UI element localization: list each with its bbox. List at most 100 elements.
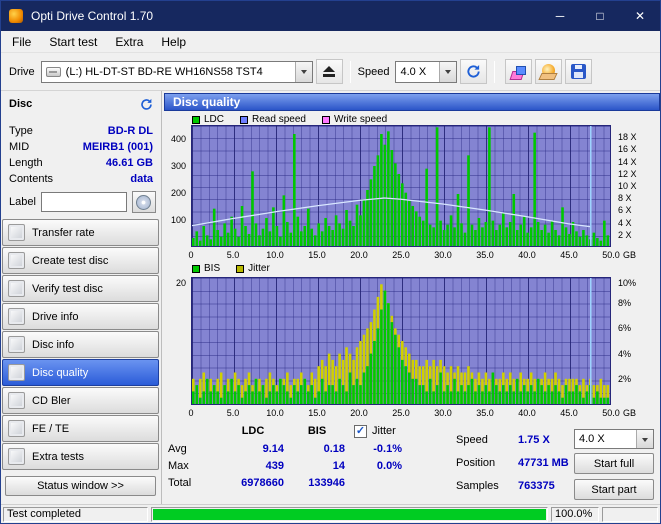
chevron-down-icon[interactable]	[439, 61, 457, 82]
disc-section-header: Disc	[1, 93, 161, 115]
info-value: BD-R DL	[107, 125, 153, 137]
avg-row-label: Avg	[168, 443, 187, 455]
sidebar-item-drive-info[interactable]: Drive info	[2, 303, 159, 330]
total-ldc-value: 6978660	[241, 477, 284, 489]
disc-info-row-type: Type BD-R DL	[1, 123, 161, 139]
result-speed-label: Speed	[456, 434, 488, 446]
info-label: Type	[9, 125, 33, 137]
sidebar-item-extra-tests[interactable]: Extra tests	[2, 443, 159, 470]
ldc-chart	[191, 125, 611, 247]
main-panel: Disc quality LDC Read speed Write speed …	[162, 91, 660, 504]
cd-icon	[136, 194, 152, 210]
chevron-down-icon[interactable]	[294, 61, 312, 82]
jitter-checkbox-label: Jitter	[372, 425, 396, 437]
sidebar-item-disc-quality[interactable]: Disc quality	[2, 359, 159, 386]
speed-label: Speed	[357, 65, 390, 78]
drive-select-value: (L:) HL-DT-ST BD-RE WH16NS58 TST4	[65, 65, 263, 78]
statusbar-spacer	[602, 506, 658, 522]
disc-label-button[interactable]	[131, 191, 156, 213]
info-value[interactable]: data	[130, 173, 153, 185]
info-value: 46.61 GB	[105, 157, 153, 169]
jitter-y-axis: 10% 8% 6% 4% 2%	[618, 278, 637, 385]
toolbar-separator	[349, 60, 351, 83]
avg-bis-value: 0.18	[323, 443, 345, 455]
toolbar: Drive (L:) HL-DT-ST BD-RE WH16NS58 TST4 …	[1, 53, 660, 91]
info-label: MID	[9, 141, 30, 153]
disc-label-caption: Label	[9, 196, 36, 208]
titlebar: Opti Drive Control 1.70 ─ □ ✕	[1, 1, 660, 31]
sidebar-item-create-test-disc[interactable]: Create test disc	[2, 247, 159, 274]
disc-refresh-button[interactable]	[140, 98, 153, 111]
total-bis-value: 133946	[308, 477, 345, 489]
status-text: Test completed	[3, 506, 148, 522]
bis-column-header: BIS	[307, 425, 327, 437]
drive-icon	[45, 66, 61, 77]
menu-start-test[interactable]: Start test	[40, 32, 106, 52]
sidebar: Disc Type BD-R DL MID MEIRB1 (001) Lengt…	[1, 91, 162, 504]
menu-extra[interactable]: Extra	[106, 32, 152, 52]
ldc-column-header: LDC	[241, 425, 265, 437]
chart1-legend: LDC Read speed Write speed	[192, 114, 387, 125]
test-speed-select[interactable]: 4.0 X	[574, 429, 654, 449]
window-controls: ─ □ ✕	[540, 1, 660, 31]
menu-help[interactable]: Help	[152, 32, 195, 52]
samples-value: 763375	[518, 480, 555, 492]
disc-info-row-length: Length 46.61 GB	[1, 155, 161, 171]
toolbar-separator	[494, 60, 496, 83]
chart2-legend: BIS Jitter	[192, 263, 270, 274]
maximize-button[interactable]: □	[580, 1, 620, 31]
window-title: Opti Drive Control 1.70	[31, 9, 154, 23]
jitter-legend-swatch	[236, 264, 245, 273]
info-label: Contents	[9, 173, 54, 185]
speed-select[interactable]: 4.0 X	[395, 60, 458, 83]
disc-info-row-contents: Contents data	[1, 171, 161, 187]
start-part-button[interactable]: Start part	[574, 479, 654, 500]
read-speed-legend-swatch	[240, 115, 249, 124]
drive-label: Drive	[9, 65, 35, 78]
info-value: MEIRB1 (001)	[82, 141, 153, 153]
drive-select[interactable]: (L:) HL-DT-ST BD-RE WH16NS58 TST4	[40, 60, 313, 83]
close-button[interactable]: ✕	[620, 1, 660, 31]
eject-button[interactable]	[315, 59, 343, 84]
samples-label: Samples	[456, 480, 499, 492]
position-label: Position	[456, 457, 496, 469]
sidebar-item-fe-te[interactable]: FE / TE	[2, 415, 159, 442]
progress-percent: 100.0%	[551, 506, 599, 522]
menu-file[interactable]: File	[3, 32, 40, 52]
disc-info-row-mid: MID MEIRB1 (001)	[1, 139, 161, 155]
sidebar-item-disc-info[interactable]: Disc info	[2, 331, 159, 358]
menubar: File Start test Extra Help	[1, 31, 660, 53]
erase-disc-button[interactable]	[505, 59, 533, 84]
jitter-checkbox[interactable]	[354, 425, 367, 438]
minimize-button[interactable]: ─	[540, 1, 580, 31]
app-window: Opti Drive Control 1.70 ─ □ ✕ File Start…	[0, 0, 661, 524]
max-row-label: Max	[168, 460, 189, 472]
disc-label-input[interactable]	[40, 192, 127, 212]
max-bis-value: 14	[332, 460, 345, 472]
sidebar-item-verify-test-disc[interactable]: Verify test disc	[2, 275, 159, 302]
save-button[interactable]	[565, 59, 593, 84]
disc-label-row: Label	[9, 191, 158, 213]
cd-bler-icon	[8, 392, 25, 409]
progress-bar	[151, 506, 548, 522]
sidebar-item-cd-bler[interactable]: CD Bler	[2, 387, 159, 414]
content-area: Disc Type BD-R DL MID MEIRB1 (001) Lengt…	[1, 91, 660, 504]
fe-te-icon	[8, 420, 25, 437]
burn-disc-icon	[540, 63, 557, 80]
status-window-button[interactable]: Status window >>	[5, 476, 156, 496]
avg-ldc-value: 9.14	[262, 443, 284, 455]
refresh-button[interactable]	[460, 59, 488, 84]
chevron-down-icon[interactable]	[636, 430, 653, 448]
sidebar-item-transfer-rate[interactable]: Transfer rate	[2, 219, 159, 246]
burn-button[interactable]	[535, 59, 563, 84]
extra-tests-icon	[8, 448, 25, 465]
start-full-button[interactable]: Start full	[574, 453, 654, 474]
ldc-x-axis: 0 5.0 10.0 15.0 20.0 25.0 30.0 35.0 40.0 45.0 50.0…	[188, 250, 637, 260]
bis-legend-swatch	[192, 264, 200, 273]
result-speed-value: 1.75 X	[518, 434, 550, 446]
drive-info-icon	[8, 308, 25, 325]
disc-info-list: Type BD-R DL MID MEIRB1 (001) Length 46.…	[1, 123, 161, 187]
save-icon	[571, 64, 587, 79]
panel-title: Disc quality	[164, 93, 660, 111]
ldc-legend-swatch	[192, 115, 200, 124]
